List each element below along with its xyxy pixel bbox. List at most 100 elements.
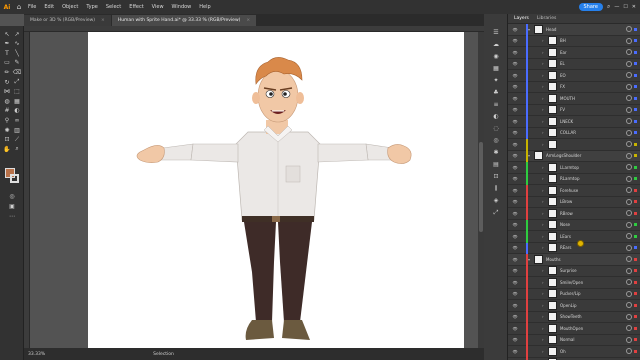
collapse-arrow-icon[interactable]: ›: [542, 119, 544, 124]
draw-mode-icon[interactable]: ◎: [8, 192, 16, 200]
visibility-eye-icon[interactable]: 👁: [512, 142, 518, 147]
pen-tool-icon[interactable]: ✒: [3, 40, 11, 48]
selection-indicator[interactable]: [634, 131, 637, 135]
target-circle-icon[interactable]: [626, 49, 632, 56]
maximize-button[interactable]: ☐: [623, 4, 627, 10]
stroke-color-swatch[interactable]: [10, 174, 19, 183]
selection-indicator[interactable]: [634, 96, 637, 100]
expand-arrow-icon[interactable]: ▾: [528, 27, 530, 32]
curvature-icon[interactable]: ∿: [13, 40, 21, 48]
selection-indicator[interactable]: [634, 142, 637, 146]
selection-indicator[interactable]: [634, 223, 637, 227]
document-tab[interactable]: Make or 3D % (RGB/Preview) ×: [24, 15, 112, 26]
blend-icon[interactable]: ∞: [13, 116, 21, 124]
layer-name[interactable]: EL: [560, 61, 565, 66]
menu-help[interactable]: Help: [195, 4, 214, 10]
layer-name[interactable]: Forehuse: [560, 188, 578, 193]
selection-indicator[interactable]: [634, 119, 637, 123]
selection-indicator[interactable]: [634, 154, 637, 158]
selection-indicator[interactable]: [634, 246, 637, 250]
target-circle-icon[interactable]: [626, 152, 632, 159]
artboard-icon[interactable]: ⊡: [3, 136, 11, 144]
collapse-arrow-icon[interactable]: ›: [542, 165, 544, 170]
layer-row[interactable]: 👁 › BH: [508, 35, 640, 47]
hand-tool-icon[interactable]: ✋: [3, 145, 11, 153]
layer-row[interactable]: 👁 › Oh: [508, 346, 640, 358]
layer-name[interactable]: Head: [546, 27, 556, 32]
visibility-eye-icon[interactable]: 👁: [512, 280, 518, 285]
stroke-icon[interactable]: ≡: [491, 100, 501, 109]
layer-name[interactable]: BH: [560, 38, 566, 43]
layer-name[interactable]: Smile/Open: [560, 280, 583, 285]
layer-row[interactable]: 👁 › ShowTeeth: [508, 311, 640, 323]
layer-row[interactable]: 👁 › OpenLip: [508, 300, 640, 312]
layer-row[interactable]: 👁 › Nose: [508, 219, 640, 231]
paintbrush-icon[interactable]: ✎: [13, 59, 21, 67]
target-circle-icon[interactable]: [626, 256, 632, 263]
layer-row[interactable]: 👁 › LEars: [508, 231, 640, 243]
selection-indicator[interactable]: [634, 188, 637, 192]
selection-indicator[interactable]: [634, 62, 637, 66]
selection-indicator[interactable]: [634, 108, 637, 112]
collapse-arrow-icon[interactable]: ›: [542, 349, 544, 354]
visibility-eye-icon[interactable]: 👁: [512, 199, 518, 204]
layer-row[interactable]: 👁 › FX: [508, 81, 640, 93]
layer-row[interactable]: 👁 › MouthOpen: [508, 323, 640, 335]
collapse-arrow-icon[interactable]: ›: [542, 84, 544, 89]
share-button[interactable]: Share: [578, 3, 603, 11]
visibility-eye-icon[interactable]: 👁: [512, 188, 518, 193]
menu-edit[interactable]: Edit: [40, 4, 58, 10]
layer-name[interactable]: ShowTeeth: [560, 314, 582, 319]
collapse-arrow-icon[interactable]: ›: [542, 96, 544, 101]
layer-row[interactable]: 👁 ▾ ArmLegsShoulder: [508, 150, 640, 162]
visibility-eye-icon[interactable]: 👁: [512, 176, 518, 181]
search-icon[interactable]: ⌕: [607, 3, 610, 11]
color-icon[interactable]: ◉: [491, 52, 501, 61]
collapse-arrow-icon[interactable]: ›: [542, 61, 544, 66]
collapse-arrow-icon[interactable]: ›: [542, 291, 544, 296]
gradient-panel-icon[interactable]: ◐: [491, 112, 501, 121]
target-circle-icon[interactable]: [626, 210, 632, 217]
layer-row[interactable]: 👁 › Surprise: [508, 265, 640, 277]
visibility-eye-icon[interactable]: 👁: [512, 257, 518, 262]
layer-row[interactable]: 👁 › EL: [508, 58, 640, 70]
pencil-icon[interactable]: ✏: [3, 68, 11, 76]
collapse-arrow-icon[interactable]: ›: [542, 337, 544, 342]
target-circle-icon[interactable]: [626, 244, 632, 251]
layer-name[interactable]: Ear: [560, 50, 567, 55]
selection-indicator[interactable]: [634, 27, 637, 31]
selection-indicator[interactable]: [634, 177, 637, 181]
layer-name[interactable]: LBrow: [560, 199, 572, 204]
collapse-arrow-icon[interactable]: ›: [542, 268, 544, 273]
layer-row[interactable]: 👁 ▾ Head: [508, 24, 640, 36]
layer-name[interactable]: ArmLegsShoulder: [546, 153, 581, 158]
menu-window[interactable]: Window: [168, 4, 196, 10]
transform-icon[interactable]: ⤢: [491, 208, 501, 217]
collapse-arrow-icon[interactable]: ›: [542, 142, 544, 147]
collapse-arrow-icon[interactable]: ›: [542, 73, 544, 78]
layer-name[interactable]: FX: [560, 84, 565, 89]
layer-name[interactable]: MouthOpen: [560, 326, 583, 331]
collapse-arrow-icon[interactable]: ›: [542, 280, 544, 285]
visibility-eye-icon[interactable]: 👁: [512, 234, 518, 239]
direct-selection-icon[interactable]: ↗: [13, 30, 21, 38]
collapse-arrow-icon[interactable]: ›: [542, 314, 544, 319]
layer-name[interactable]: REars: [560, 245, 572, 250]
collapse-arrow-icon[interactable]: ›: [542, 176, 544, 181]
swatches-icon[interactable]: ▦: [491, 64, 501, 73]
type-tool-icon[interactable]: T: [3, 49, 11, 57]
zoom-tool-icon[interactable]: ⌕: [13, 145, 21, 153]
character-illustration[interactable]: [88, 32, 464, 348]
selection-indicator[interactable]: [634, 303, 637, 307]
selection-indicator[interactable]: [634, 315, 637, 319]
target-circle-icon[interactable]: [626, 106, 632, 113]
align-icon[interactable]: ⫼: [491, 184, 501, 193]
eraser-icon[interactable]: ⌫: [13, 68, 21, 76]
collapse-arrow-icon[interactable]: ›: [542, 222, 544, 227]
layer-row[interactable]: 👁 › REars: [508, 242, 640, 254]
brushes-icon[interactable]: ✦: [491, 76, 501, 85]
layer-name[interactable]: FV: [560, 107, 565, 112]
panel-tab-libraries[interactable]: Libraries: [537, 16, 556, 21]
layer-row[interactable]: 👁 › Forehuse: [508, 185, 640, 197]
layer-name[interactable]: LLarmtop: [560, 165, 579, 170]
